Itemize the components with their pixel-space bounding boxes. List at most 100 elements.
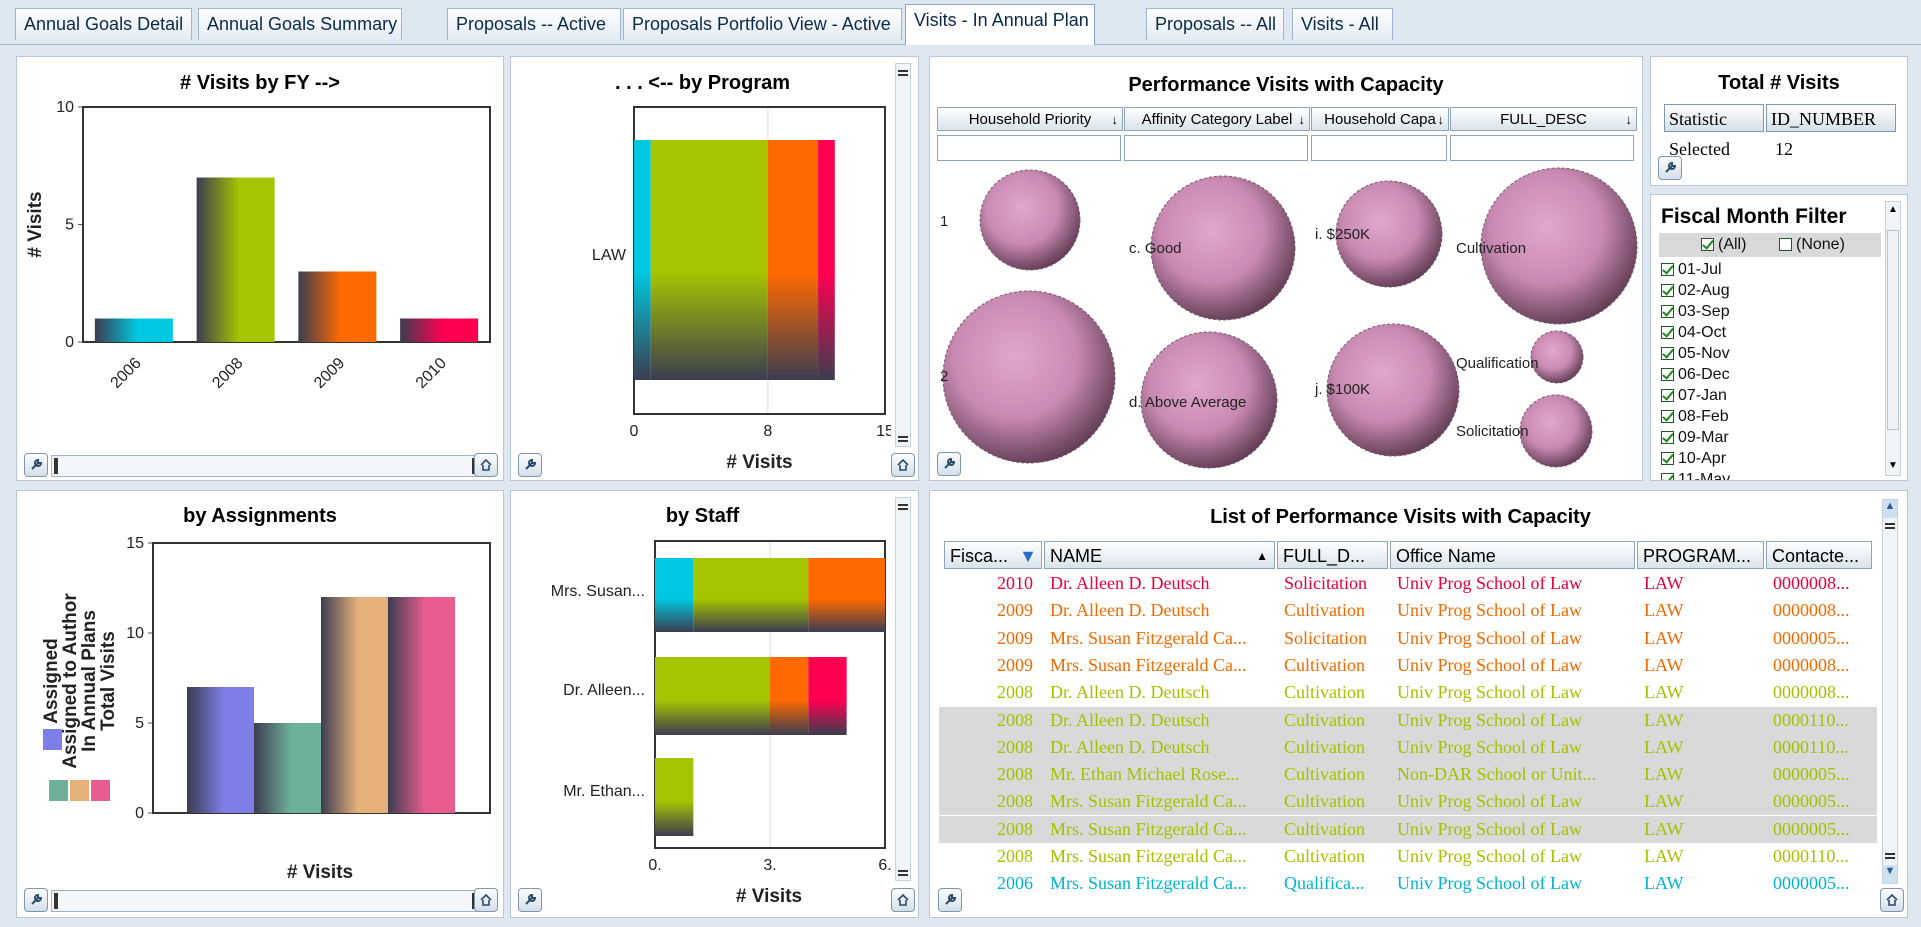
- vertical-scrollbar[interactable]: ▲ ▼: [1882, 499, 1898, 884]
- filter-cell[interactable]: [937, 135, 1121, 161]
- column-header-affinity[interactable]: Affinity Category Label ↓: [1124, 107, 1310, 131]
- bar: [298, 271, 377, 342]
- horizontal-scrollbar[interactable]: [51, 455, 479, 477]
- cell-program: LAW: [1644, 873, 1684, 894]
- filter-month-option[interactable]: 06-Dec: [1661, 364, 1730, 385]
- scroll-handle-left[interactable]: [54, 893, 58, 909]
- scroll-up-icon[interactable]: ▲: [1883, 500, 1897, 518]
- filter-cell[interactable]: [1311, 135, 1447, 161]
- tab-annual-goals-detail[interactable]: Annual Goals Detail: [15, 8, 192, 40]
- cell-name: Mrs. Susan Fitzgerald Ca...: [1050, 654, 1247, 675]
- category-label: Mrs. Susan...: [551, 583, 645, 600]
- table-row[interactable]: 2006 Mrs. Susan Fitzgerald Ca... Qualifica…: [939, 870, 1877, 897]
- tab-proposals-active[interactable]: Proposals -- Active: [447, 8, 621, 40]
- column-header-contacted[interactable]: Contacte...: [1766, 541, 1872, 569]
- table-row[interactable]: 2008 Mrs. Susan Fitzgerald Ca... Cultivati…: [939, 843, 1877, 870]
- export-button[interactable]: [891, 888, 915, 912]
- scroll-down-icon[interactable]: ▼: [1883, 865, 1897, 883]
- chart-menu-button[interactable]: [24, 888, 48, 912]
- stat-header-statistic[interactable]: Statistic: [1664, 104, 1764, 132]
- tab-proposals-portfolio-view-active[interactable]: Proposals Portfolio View - Active: [623, 8, 902, 40]
- scroll-handle-bottom[interactable]: [1885, 853, 1895, 859]
- filter-month-option[interactable]: 08-Feb: [1661, 406, 1730, 427]
- filter-cell[interactable]: [1124, 135, 1308, 161]
- legend-label: Assigned to Author: [60, 593, 81, 769]
- export-button[interactable]: [891, 453, 915, 477]
- filter-cell[interactable]: [1450, 135, 1634, 161]
- filter-all-option[interactable]: (All): [1701, 234, 1746, 255]
- filter-month-option[interactable]: 11-May: [1661, 469, 1730, 480]
- bubble[interactable]: [1519, 394, 1593, 468]
- scroll-handle-left[interactable]: [54, 458, 58, 474]
- table-row[interactable]: 2009 Mrs. Susan Fitzgerald Ca... Cultivati…: [939, 652, 1877, 679]
- column-label: Household Capa: [1324, 111, 1436, 128]
- table-row[interactable]: 2008 Dr. Alleen D. Deutsch Cultivation Univ…: [939, 733, 1877, 761]
- tab-visits-all[interactable]: Visits - All: [1292, 8, 1393, 40]
- table-menu-button[interactable]: [1658, 156, 1682, 180]
- visits-by-fy-chart: 0 5 10 2006 2008 2009 2010 # Visits: [25, 99, 491, 392]
- stat-header-id-number[interactable]: ID_NUMBER: [1766, 104, 1896, 132]
- chart-menu-button[interactable]: [937, 452, 961, 476]
- table-row[interactable]: 2008 Dr. Alleen D. Deutsch Cultivation Univ…: [939, 679, 1877, 706]
- filter-month-option[interactable]: 03-Sep: [1661, 301, 1730, 322]
- filter-month-option[interactable]: 07-Jan: [1661, 385, 1730, 406]
- vertical-scrollbar[interactable]: ▲ ▼: [1885, 201, 1901, 476]
- tab-visits-in-annual-plan[interactable]: Visits - In Annual Plan: [905, 4, 1095, 45]
- cell-desc: Solicitation: [1284, 573, 1367, 593]
- vertical-scrollbar[interactable]: [895, 63, 911, 447]
- export-button[interactable]: [474, 453, 498, 477]
- cell-program: LAW: [1644, 736, 1684, 757]
- export-button[interactable]: [474, 888, 498, 912]
- column-header-full-desc[interactable]: FULL_DESC ↓: [1450, 107, 1637, 131]
- scroll-down-icon[interactable]: ▼: [1888, 460, 1898, 471]
- bar-segment: [767, 140, 819, 380]
- table-row[interactable]: 2009 Mrs. Susan Fitzgerald Ca... Solicitat…: [939, 625, 1877, 652]
- filter-month-option[interactable]: 02-Aug: [1661, 280, 1730, 301]
- table-row[interactable]: 2008 Dr. Alleen D. Deutsch Cultivation Univ…: [939, 706, 1877, 734]
- scroll-handle-top[interactable]: [898, 70, 908, 76]
- column-header-household-priority[interactable]: Household Priority ↓: [937, 107, 1123, 131]
- column-header-program[interactable]: PROGRAM...: [1637, 541, 1764, 569]
- table-row[interactable]: 2008 Mrs. Susan Fitzgerald Ca... Cultivati…: [939, 788, 1877, 816]
- column-header-name[interactable]: NAME ▲: [1044, 541, 1275, 569]
- column-header-office-name[interactable]: Office Name: [1390, 541, 1635, 569]
- table-row[interactable]: 2008 Mrs. Susan Fitzgerald Ca... Cultivati…: [939, 815, 1877, 843]
- export-button[interactable]: [1880, 888, 1904, 912]
- tab-annual-goals-summary[interactable]: Annual Goals Summary: [198, 8, 402, 40]
- cell-program: LAW: [1644, 600, 1684, 621]
- column-label: Affinity Category Label: [1141, 111, 1293, 128]
- scroll-handle-bottom[interactable]: [898, 436, 908, 442]
- filter-none-option[interactable]: (None): [1779, 234, 1845, 255]
- scroll-handle-top[interactable]: [1885, 523, 1895, 529]
- table-row[interactable]: 2010 Dr. Alleen D. Deutsch Solicitation Uni…: [939, 570, 1877, 597]
- cell-program: LAW: [1644, 764, 1684, 785]
- filter-month-option[interactable]: 10-Apr: [1661, 448, 1730, 469]
- cell-program: LAW: [1644, 654, 1684, 675]
- filter-month-option[interactable]: 09-Mar: [1661, 427, 1730, 448]
- scroll-up-icon[interactable]: ▲: [1888, 204, 1898, 215]
- filter-month-option[interactable]: 05-Nov: [1661, 343, 1730, 364]
- tab-proposals-all[interactable]: Proposals -- All: [1146, 8, 1284, 40]
- column-header-capacity[interactable]: Household Capa ↓: [1311, 107, 1449, 131]
- category-label: LAW: [592, 247, 627, 264]
- chart-menu-button[interactable]: [518, 453, 542, 477]
- by-program-chart: LAW 0 8 15 # Visits: [592, 106, 891, 473]
- bubble[interactable]: [979, 169, 1081, 271]
- horizontal-scrollbar[interactable]: [51, 890, 479, 912]
- chart-menu-button[interactable]: [24, 453, 48, 477]
- column-header-full-desc[interactable]: FULL_D...: [1277, 541, 1388, 569]
- vertical-scrollbar[interactable]: [895, 497, 911, 881]
- table-row[interactable]: 2008 Mr. Ethan Michael Rose... Cultivation…: [939, 761, 1877, 789]
- bubble[interactable]: [942, 290, 1116, 464]
- table-row[interactable]: 2009 Dr. Alleen D. Deutsch Cultivation Univ…: [939, 597, 1877, 624]
- filter-month-option[interactable]: 04-Oct: [1661, 322, 1730, 343]
- option-label: 01-Jul: [1678, 261, 1722, 278]
- column-header-fiscal[interactable]: Fisca... ▼: [944, 541, 1042, 569]
- scroll-handle-bottom[interactable]: [898, 870, 908, 876]
- bubble[interactable]: [1530, 330, 1584, 384]
- filter-month-option[interactable]: 01-Jul: [1661, 259, 1730, 280]
- scroll-handle-top[interactable]: [898, 504, 908, 510]
- cell-office: Univ Prog School of Law: [1397, 573, 1582, 593]
- chart-menu-button[interactable]: [518, 888, 542, 912]
- scroll-thumb[interactable]: [1887, 230, 1899, 430]
